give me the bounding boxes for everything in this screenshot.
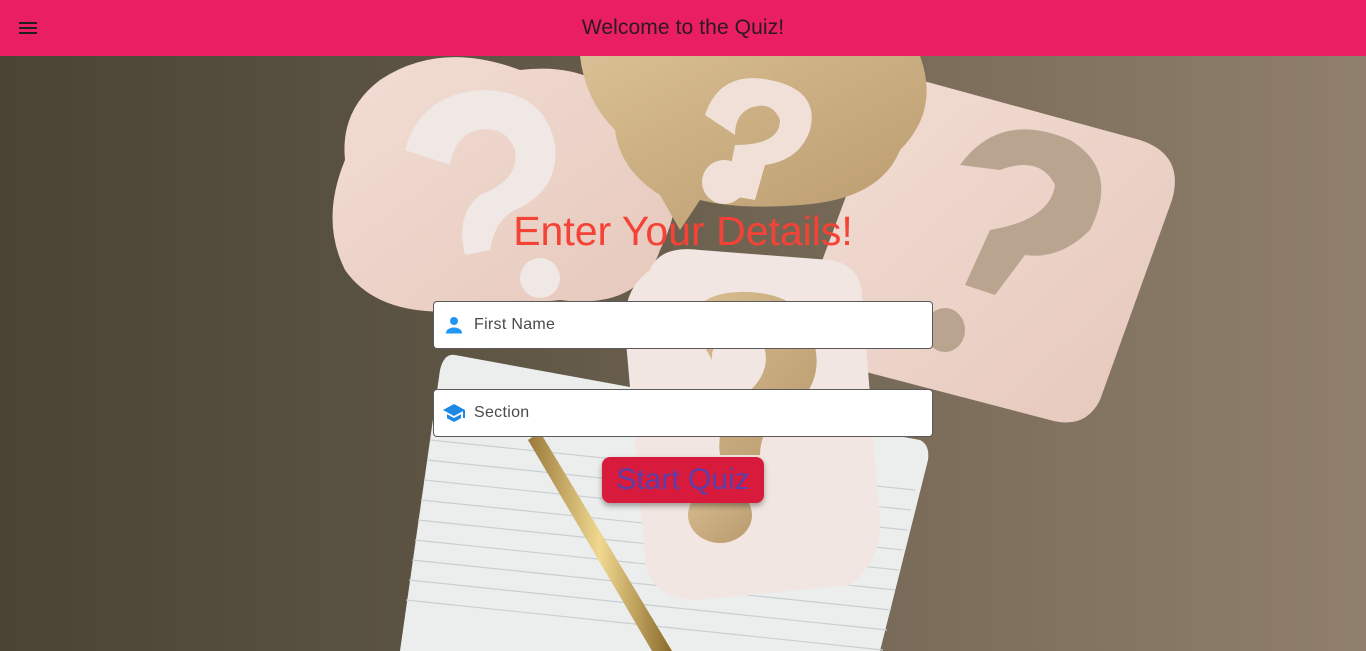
app-title: Welcome to the Quiz! <box>581 16 785 39</box>
menu-icon <box>19 22 37 34</box>
section-field[interactable] <box>433 389 933 437</box>
background-image <box>0 56 1366 651</box>
school-icon <box>442 401 466 425</box>
first-name-field[interactable] <box>433 301 933 349</box>
start-quiz-button[interactable]: Start Quiz <box>602 457 764 503</box>
menu-button[interactable] <box>8 8 48 48</box>
details-heading: Enter Your Details! <box>513 208 853 254</box>
first-name-input[interactable] <box>474 302 932 348</box>
person-icon <box>442 313 466 337</box>
section-input[interactable] <box>474 390 932 436</box>
app-bar: Welcome to the Quiz! <box>0 0 1366 56</box>
